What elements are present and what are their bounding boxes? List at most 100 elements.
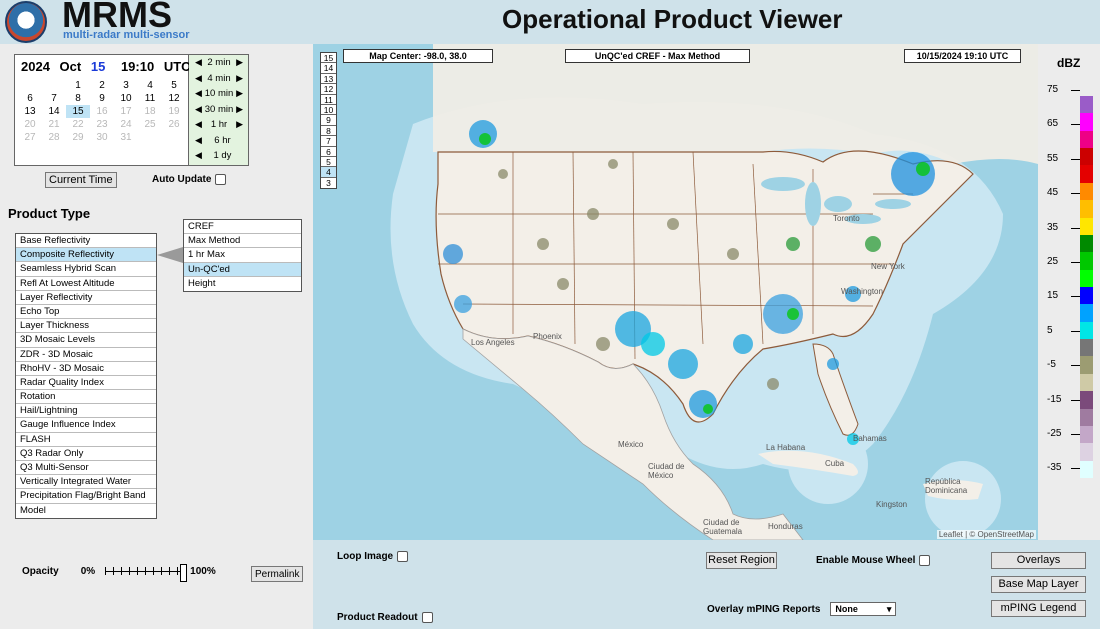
zoom-level-button[interactable]: 15 (321, 53, 336, 64)
step-back-icon[interactable]: ◀ (195, 104, 202, 115)
product-type-item[interactable]: 3D Mosaic Levels (16, 333, 156, 348)
step-back-icon[interactable]: ◀ (195, 119, 202, 130)
calendar-day-cell[interactable]: 14 (42, 105, 66, 118)
calendar-day-cell[interactable]: 1 (66, 79, 90, 92)
step-back-icon[interactable]: ◀ (195, 57, 202, 68)
calendar-day-cell[interactable]: 29 (66, 131, 90, 144)
product-type-item[interactable]: Radar Quality Index (16, 376, 156, 391)
overlays-button[interactable]: Overlays (991, 552, 1086, 569)
mping-legend-button[interactable]: mPING Legend (991, 600, 1086, 617)
calendar-day-cell[interactable]: 13 (18, 105, 42, 118)
step-back-icon[interactable]: ◀ (195, 88, 202, 99)
product-type-item[interactable]: Echo Top (16, 305, 156, 320)
zoom-level-button[interactable]: 7 (321, 136, 336, 147)
calendar-day-cell[interactable]: 21 (42, 118, 66, 131)
zoom-level-button[interactable]: 6 (321, 147, 336, 157)
step-back-icon[interactable]: ◀ (195, 135, 202, 146)
zoom-level-button[interactable]: 12 (321, 84, 336, 95)
enable-mouse-wheel-checkbox[interactable] (919, 555, 931, 566)
product-type-item[interactable]: RhoHV - 3D Mosaic (16, 362, 156, 376)
zoom-level-button[interactable]: 5 (321, 157, 336, 168)
map-attribution[interactable]: Leaflet | © OpenStreetMap (936, 530, 1036, 539)
zoom-level-button[interactable]: 9 (321, 115, 336, 126)
calendar-day-cell[interactable]: 3 (114, 79, 138, 92)
calendar-day-cell[interactable]: 20 (18, 118, 42, 131)
product-type-item[interactable]: Layer Reflectivity (16, 291, 156, 305)
zoom-level-button[interactable]: 14 (321, 63, 336, 74)
base-map-layer-button[interactable]: Base Map Layer (991, 576, 1086, 593)
product-type-item[interactable]: Hail/Lightning (16, 404, 156, 419)
step-forward-icon[interactable]: ▶ (236, 73, 243, 84)
calendar-day-cell[interactable]: 5 (162, 79, 186, 92)
product-type-item[interactable]: Model (16, 504, 156, 518)
radar-map[interactable]: 15 14 13 12 11 10 9 8 7 6 5 4 3 Map Center: -98.0, 3… (313, 44, 1038, 540)
calendar-day-cell[interactable]: 15 (66, 105, 90, 118)
product-type-item[interactable]: Vertically Integrated Water (16, 475, 156, 490)
loop-image-checkbox[interactable] (397, 551, 409, 562)
calendar-day-cell[interactable]: 16 (90, 105, 114, 118)
zoom-level-button[interactable]: 10 (321, 105, 336, 116)
step-forward-icon[interactable]: ▶ (236, 57, 243, 68)
calendar-day[interactable]: 15 (91, 59, 105, 74)
zoom-level-button[interactable]: 3 (321, 178, 336, 188)
product-subtype-item[interactable]: Height (184, 277, 301, 291)
calendar-day-cell[interactable]: 24 (114, 118, 138, 131)
auto-update-checkbox[interactable] (215, 174, 227, 185)
step-forward-icon[interactable]: ▶ (236, 104, 243, 115)
step-forward-icon[interactable]: ▶ (236, 88, 243, 99)
calendar-day-cell[interactable]: 23 (90, 118, 114, 131)
calendar-day-cell[interactable]: 31 (114, 131, 138, 144)
calendar-day-cell[interactable]: 27 (18, 131, 42, 144)
product-type-item[interactable]: FLASH (16, 433, 156, 447)
zoom-level-button[interactable]: 11 (321, 95, 336, 105)
zoom-level-button[interactable]: 4 (321, 167, 336, 178)
calendar-day-cell[interactable]: 19 (162, 105, 186, 118)
calendar-day-cell[interactable]: 9 (90, 92, 114, 105)
calendar-day-cell[interactable]: 18 (138, 105, 162, 118)
calendar-day-cell[interactable]: 22 (66, 118, 90, 131)
calendar-day-cell[interactable]: 25 (138, 118, 162, 131)
step-back-icon[interactable]: ◀ (195, 73, 202, 84)
calendar-day-cell[interactable]: 11 (138, 92, 162, 105)
product-type-item[interactable]: ZDR - 3D Mosaic (16, 348, 156, 362)
calendar-day-cell[interactable]: 10 (114, 92, 138, 105)
reset-region-button[interactable]: Reset Region (706, 552, 777, 569)
product-subtype-item[interactable]: CREF (184, 220, 301, 235)
product-type-item[interactable]: Precipitation Flag/Bright Band (16, 489, 156, 504)
zoom-level-button[interactable]: 8 (321, 126, 336, 137)
product-subtype-item[interactable]: Un-QC'ed (184, 262, 301, 277)
product-type-item[interactable]: Q3 Multi-Sensor (16, 461, 156, 476)
calendar-year[interactable]: 2024 (21, 59, 50, 74)
calendar-day-cell[interactable]: 30 (90, 131, 114, 144)
product-subtype-item[interactable]: 1 hr Max (184, 248, 301, 263)
product-type-item[interactable]: Layer Thickness (16, 319, 156, 334)
calendar-day-cell[interactable]: 4 (138, 79, 162, 92)
product-type-item[interactable]: Q3 Radar Only (16, 447, 156, 461)
mping-select[interactable]: None ▾ (830, 602, 897, 616)
permalink-button[interactable]: Permalink (251, 566, 304, 582)
calendar-day-cell[interactable]: 17 (114, 105, 138, 118)
product-readout-checkbox[interactable] (421, 612, 433, 623)
opacity-slider[interactable] (105, 564, 188, 582)
calendar-day-cell[interactable]: 6 (18, 92, 42, 105)
calendar-day-cell[interactable]: 8 (66, 92, 90, 105)
calendar-time[interactable]: 19:10 (121, 59, 154, 74)
calendar-day-cell[interactable]: 12 (162, 92, 186, 105)
opacity-slider-thumb[interactable] (180, 564, 188, 582)
product-type-item[interactable]: Gauge Influence Index (16, 418, 156, 433)
step-back-icon[interactable]: ◀ (195, 150, 202, 161)
product-subtype-item[interactable]: Max Method (184, 234, 301, 249)
step-forward-icon[interactable]: ▶ (236, 119, 243, 130)
current-time-button[interactable]: Current Time (45, 172, 117, 188)
calendar-day-cell[interactable]: 28 (42, 131, 66, 144)
calendar-day-cell[interactable]: 2 (90, 79, 114, 92)
product-type-item[interactable]: Refl At Lowest Altitude (16, 277, 156, 291)
product-type-item[interactable]: Base Reflectivity (16, 234, 156, 249)
calendar-month[interactable]: Oct (60, 59, 82, 74)
calendar-day-cell[interactable]: 7 (42, 92, 66, 105)
calendar-day-cell[interactable]: 26 (162, 118, 186, 131)
product-type-item[interactable]: Rotation (16, 390, 156, 405)
zoom-level-button[interactable]: 13 (321, 74, 336, 85)
product-type-item[interactable]: Seamless Hybrid Scan (16, 262, 156, 277)
product-type-item[interactable]: Composite Reflectivity (16, 248, 156, 263)
